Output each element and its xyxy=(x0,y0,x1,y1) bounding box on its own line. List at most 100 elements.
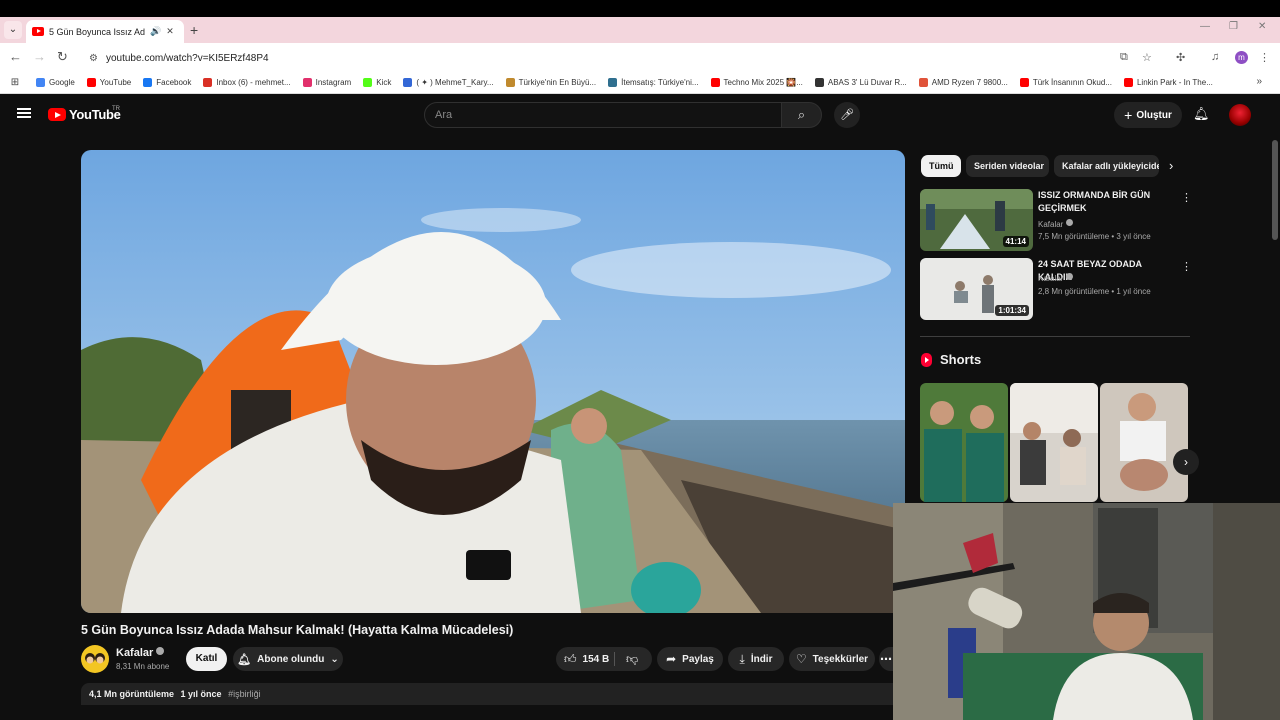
share-icon: ➦ xyxy=(666,652,677,666)
bookmark-favicon-icon xyxy=(1019,78,1029,87)
recommendation-channel[interactable]: Kafalar xyxy=(1038,273,1074,283)
tab-close-icon[interactable]: ✕ xyxy=(166,26,174,37)
bookmark-item[interactable]: Inbox (6) - mehmet... xyxy=(197,78,296,87)
browser-menu-icon[interactable]: ⋮ xyxy=(1259,51,1270,64)
bookmark-label: Linkin Park - In The... xyxy=(1136,78,1213,87)
chip-uploader[interactable]: Kafalar adlı yükleyiciden xyxy=(1054,155,1159,177)
apps-grid-icon[interactable]: ⊞ xyxy=(0,77,30,88)
window-restore-icon[interactable]: ❐ xyxy=(1229,21,1238,32)
omnibox[interactable]: ⚙ youtube.com/watch?v=KI5ERzf48P4 xyxy=(80,47,1165,69)
youtube-masthead: YouTube TR Ara ⌕ 🎤︎ + Oluştur 🔔︎ xyxy=(0,94,1280,136)
url-text[interactable]: youtube.com/watch?v=KI5ERzf48P4 xyxy=(106,53,269,64)
bookmark-item[interactable]: ABAS 3' Lü Duvar R... xyxy=(809,78,913,87)
subscribed-button[interactable]: 🔔︎ Abone olundu ⌄ xyxy=(233,647,343,671)
media-control-icon[interactable]: ♫ xyxy=(1211,51,1219,63)
download-button[interactable]: ⤓ İndir xyxy=(728,647,784,671)
bookmarks-overflow-icon[interactable]: » xyxy=(1256,76,1262,87)
recommendation-item[interactable]: 41:14 ISSIZ ORMANDA BİR GÜN GEÇİRMEK Kaf… xyxy=(920,189,1192,251)
browser-tab-active[interactable]: 5 Gün Boyunca Issız Adada 🔊 ✕ xyxy=(26,20,184,43)
region-code: TR xyxy=(112,106,120,112)
description-box[interactable]: 4,1 Mn görüntüleme 1 yıl önce #işbirliği xyxy=(81,683,905,705)
bookmark-item[interactable]: Facebook xyxy=(137,78,197,87)
chip-series[interactable]: Seriden videolar xyxy=(966,155,1049,177)
back-arrow-icon[interactable]: ← xyxy=(9,49,22,65)
bookmark-label: YouTube xyxy=(99,78,132,87)
more-actions-icon[interactable]: ⋯ xyxy=(879,647,893,671)
bookmark-item[interactable]: Türk İnsanının Okud... xyxy=(1014,78,1118,87)
recommendation-thumbnail[interactable]: 1:01:34 xyxy=(920,258,1033,320)
window-close-icon[interactable]: ✕ xyxy=(1258,21,1266,32)
recommendation-menu-icon[interactable]: ⋮ xyxy=(1181,191,1192,204)
download-icon: ⤓ xyxy=(739,651,745,666)
bookmark-item[interactable]: Google xyxy=(30,78,81,87)
chip-all[interactable]: Tümü xyxy=(921,155,961,177)
bookmark-item[interactable]: Techno Mix 2025 🎇... xyxy=(705,78,809,87)
like-count[interactable]: 154 B xyxy=(583,654,610,665)
bookmark-item[interactable]: Instagram xyxy=(297,78,358,87)
profile-avatar[interactable]: m xyxy=(1235,51,1248,64)
recommendation-menu-icon[interactable]: ⋮ xyxy=(1181,260,1192,273)
bookmark-label: ( ✦ ) MehmeT_Kary... xyxy=(416,78,494,87)
youtube-logo[interactable]: YouTube xyxy=(48,107,121,122)
hashtag[interactable]: #işbirliği xyxy=(228,689,261,699)
tab-audio-icon[interactable]: 🔊 xyxy=(150,26,161,37)
recommendation-item[interactable]: 1:01:34 24 SAAT BEYAZ ODADA KALDIK Kafal… xyxy=(920,258,1192,320)
bookmark-item[interactable]: Türkiye'nin En Büyü... xyxy=(500,78,603,87)
channel-name[interactable]: Kafalar xyxy=(116,647,165,659)
short-thumbnail[interactable] xyxy=(1010,383,1098,502)
recommendation-channel-text[interactable]: Kafalar xyxy=(1038,220,1063,229)
bookmark-item[interactable]: ( ✦ ) MehmeT_Kary... xyxy=(397,78,499,87)
recommendation-meta: 2,8 Mn görüntüleme • 1 yıl önce xyxy=(1038,287,1151,296)
forward-arrow-icon[interactable]: → xyxy=(33,49,46,65)
page-scrollbar-thumb[interactable] xyxy=(1272,140,1278,240)
channel-avatar[interactable] xyxy=(81,645,109,673)
recommendation-thumbnail[interactable]: 41:14 xyxy=(920,189,1033,251)
like-icon[interactable]: 👍︎ xyxy=(564,652,577,667)
bookmark-item[interactable]: Kick xyxy=(357,78,397,87)
tab-search-dropdown-icon[interactable]: ⌄ xyxy=(4,21,22,39)
screen-top-bar xyxy=(0,0,1280,17)
new-tab-button[interactable]: + xyxy=(190,21,198,39)
screen: ⌄ 5 Gün Boyunca Issız Adada 🔊 ✕ + — ❐ ✕ … xyxy=(0,0,1280,720)
join-button[interactable]: Katıl xyxy=(186,647,227,671)
bookmark-star-icon[interactable]: ☆ xyxy=(1142,51,1152,64)
site-info-icon[interactable]: ⚙ xyxy=(89,53,98,64)
create-label: Oluştur xyxy=(1136,109,1172,121)
window-minimize-icon[interactable]: — xyxy=(1200,21,1210,32)
chips-next-arrow-icon[interactable]: › xyxy=(1169,158,1173,173)
verified-badge-icon xyxy=(1066,219,1074,226)
bookmark-item[interactable]: AMD Ryzen 7 9800... xyxy=(913,78,1014,87)
bookmark-item[interactable]: YouTube xyxy=(81,78,137,87)
reload-icon[interactable]: ↻ xyxy=(57,49,68,65)
account-avatar[interactable] xyxy=(1229,104,1251,126)
short-thumbnail[interactable] xyxy=(1100,383,1188,502)
channel-name-text[interactable]: Kafalar xyxy=(116,647,153,659)
notifications-bell-icon[interactable]: 🔔︎ xyxy=(1193,106,1210,122)
create-button[interactable]: + Oluştur xyxy=(1114,102,1182,128)
shorts-title: Shorts xyxy=(940,352,982,367)
voice-search-icon[interactable]: 🎤︎ xyxy=(834,102,860,128)
duration-badge: 41:14 xyxy=(1002,236,1029,247)
bookmark-item[interactable]: Linkin Park - In The... xyxy=(1118,78,1219,87)
subscribed-label: Abone olundu xyxy=(257,653,325,665)
download-label: İndir xyxy=(750,653,773,665)
thanks-button[interactable]: ♡ Teşekkürler xyxy=(789,647,875,671)
search-input[interactable]: Ara xyxy=(424,102,782,128)
share-button[interactable]: ➦ Paylaş xyxy=(657,647,723,671)
recommendation-channel-text[interactable]: Kafalar xyxy=(1038,274,1063,283)
dislike-icon[interactable]: 👎︎ xyxy=(626,652,638,667)
bell-icon: 🔔︎ xyxy=(237,653,252,666)
extensions-icon[interactable]: ✣ xyxy=(1176,51,1185,64)
recommendation-title[interactable]: ISSIZ ORMANDA BİR GÜN GEÇİRMEK xyxy=(1038,189,1178,215)
short-thumbnail[interactable] xyxy=(920,383,1008,502)
bookmark-item[interactable]: İtemsatış: Türkiye'ni... xyxy=(602,78,704,87)
guide-menu-icon[interactable] xyxy=(17,108,31,118)
bookmark-favicon-icon xyxy=(36,78,45,87)
shorts-next-button[interactable]: › xyxy=(1173,449,1199,475)
recommendation-channel[interactable]: Kafalar xyxy=(1038,219,1074,229)
address-bar-row: ← → ↻ ⚙ youtube.com/watch?v=KI5ERzf48P4 … xyxy=(0,43,1280,72)
bookmark-favicon-icon xyxy=(302,78,312,87)
search-button[interactable]: ⌕ xyxy=(781,102,822,128)
cast-install-icon[interactable]: ⧉ xyxy=(1120,51,1128,64)
video-player[interactable] xyxy=(81,150,905,613)
